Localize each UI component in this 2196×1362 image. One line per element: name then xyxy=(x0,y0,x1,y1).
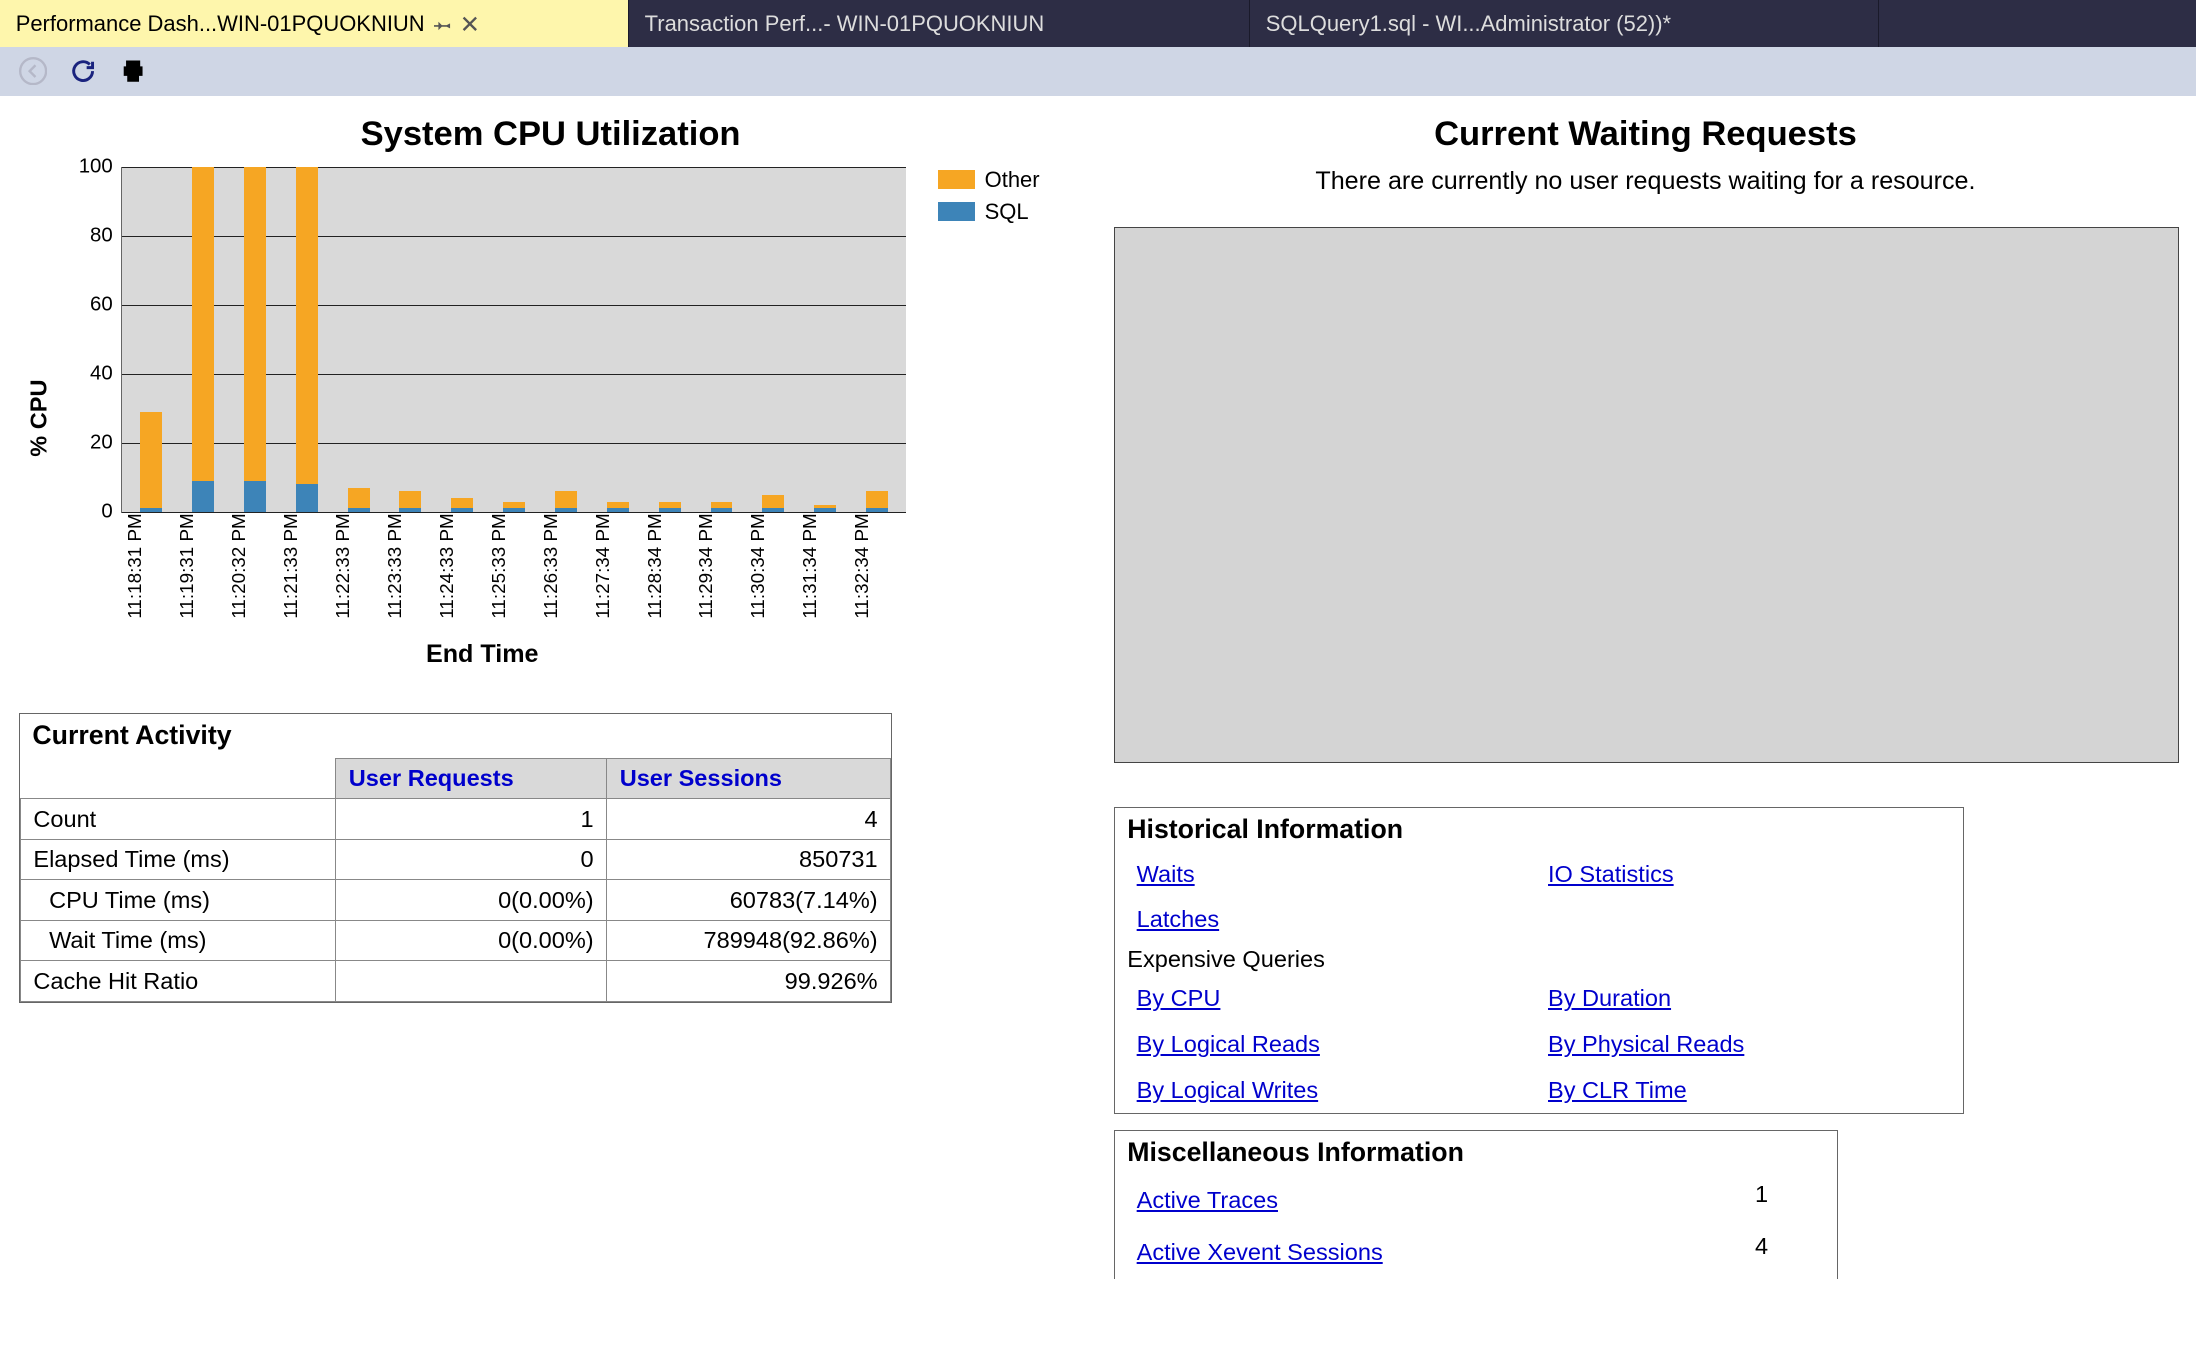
current-activity-title: Current Activity xyxy=(20,714,891,758)
print-icon[interactable] xyxy=(119,57,147,85)
legend-sql: SQL xyxy=(938,199,1040,225)
link-by-physical-reads[interactable]: By Physical Reads xyxy=(1539,1025,1754,1065)
table-row: Cache Hit Ratio99.926% xyxy=(20,961,890,1002)
swatch-icon xyxy=(938,170,976,189)
x-tick: 11:25:33 PM xyxy=(488,513,540,625)
bar xyxy=(244,167,266,512)
table-row: Count14 xyxy=(20,799,890,840)
link-by-cpu[interactable]: By CPU xyxy=(1127,979,1230,1019)
tab-sqlquery1[interactable]: SQLQuery1.sql - WI...Administrator (52))… xyxy=(1250,0,1879,47)
x-tick-labels: 11:18:31 PM11:19:31 PM11:20:32 PM11:21:3… xyxy=(121,513,906,625)
right-column: Current Waiting Requests There are curre… xyxy=(1114,109,2177,1279)
historical-info-box: Historical Information Waits IO Statisti… xyxy=(1114,807,1964,1115)
link-by-duration[interactable]: By Duration xyxy=(1539,979,1681,1019)
active-xevent-count: 4 xyxy=(1699,1233,1825,1273)
link-active-xevent-sessions[interactable]: Active Xevent Sessions xyxy=(1127,1233,1392,1273)
back-icon[interactable] xyxy=(19,57,47,85)
link-by-logical-reads[interactable]: By Logical Reads xyxy=(1127,1025,1329,1065)
current-activity-table: User Requests User Sessions Count14Elaps… xyxy=(20,758,891,1002)
bar xyxy=(451,498,473,512)
expensive-queries-header: Expensive Queries xyxy=(1115,943,1963,976)
waiting-requests-panel xyxy=(1114,227,2179,763)
pin-icon[interactable] xyxy=(434,14,453,33)
link-io-statistics[interactable]: IO Statistics xyxy=(1539,854,1683,894)
tab-transaction-perf[interactable]: Transaction Perf...- WIN-01PQUOKNIUN xyxy=(629,0,1250,47)
y-tick: 40 xyxy=(90,362,113,385)
y-tick: 0 xyxy=(101,500,112,523)
x-tick: 11:22:33 PM xyxy=(332,513,384,625)
link-waits[interactable]: Waits xyxy=(1127,854,1204,894)
col-user-requests: User Requests xyxy=(336,758,607,799)
bar xyxy=(607,502,629,512)
x-tick: 11:29:34 PM xyxy=(695,513,747,625)
misc-info-box: Miscellaneous Information Active Traces … xyxy=(1114,1130,1838,1279)
x-tick: 11:18:31 PM xyxy=(124,513,176,625)
link-active-traces[interactable]: Active Traces xyxy=(1127,1181,1287,1221)
x-tick: 11:32:34 PM xyxy=(851,513,903,625)
link-user-requests[interactable]: User Requests xyxy=(349,765,514,791)
bar xyxy=(140,412,162,512)
bar xyxy=(555,491,577,512)
table-row: Elapsed Time (ms)0850731 xyxy=(20,839,890,880)
table-row: Wait Time (ms)0(0.00%)789948(92.86%) xyxy=(20,920,890,961)
bar xyxy=(659,502,681,512)
x-tick: 11:28:34 PM xyxy=(644,513,696,625)
bar xyxy=(814,505,836,512)
bar xyxy=(762,495,784,512)
swatch-icon xyxy=(938,202,976,221)
x-tick: 11:31:34 PM xyxy=(799,513,851,625)
document-tabs: Performance Dash...WIN-01PQUOKNIUN Trans… xyxy=(0,0,2196,47)
x-tick: 11:26:33 PM xyxy=(540,513,592,625)
close-icon[interactable] xyxy=(462,16,478,32)
waiting-requests-title: Current Waiting Requests xyxy=(1114,115,2177,154)
chart-legend: Other SQL xyxy=(938,167,1040,670)
x-tick: 11:23:33 PM xyxy=(384,513,436,625)
bar xyxy=(711,502,733,512)
col-user-sessions: User Sessions xyxy=(607,758,891,799)
tab-label: SQLQuery1.sql - WI...Administrator (52))… xyxy=(1266,11,1671,37)
bar xyxy=(192,167,214,512)
x-axis-label: End Time xyxy=(58,640,906,669)
x-tick: 11:27:34 PM xyxy=(592,513,644,625)
link-user-sessions[interactable]: User Sessions xyxy=(620,765,782,791)
current-activity-box: Current Activity User Requests User Sess… xyxy=(19,713,892,1003)
y-axis-label: % CPU xyxy=(19,167,59,670)
tab-label: Performance Dash...WIN-01PQUOKNIUN xyxy=(16,11,425,37)
report-body: System CPU Utilization % CPU 02040608010… xyxy=(0,96,2196,1291)
cpu-chart: % CPU 020406080100 11:18:31 PM11:19:31 P… xyxy=(19,167,1082,670)
refresh-icon[interactable] xyxy=(69,57,97,85)
link-latches[interactable]: Latches xyxy=(1127,900,1228,940)
bar xyxy=(296,167,318,512)
cpu-chart-title: System CPU Utilization xyxy=(19,115,1082,154)
x-tick: 11:24:33 PM xyxy=(436,513,488,625)
misc-info-title: Miscellaneous Information xyxy=(1115,1131,1837,1175)
legend-other: Other xyxy=(938,167,1040,193)
bar xyxy=(866,491,888,512)
bar xyxy=(348,488,370,512)
bar xyxy=(503,502,525,512)
waiting-requests-message: There are currently no user requests wai… xyxy=(1114,167,2177,196)
x-tick: 11:30:34 PM xyxy=(747,513,799,625)
x-tick: 11:21:33 PM xyxy=(280,513,332,625)
active-traces-count: 1 xyxy=(1699,1181,1825,1221)
historical-info-title: Historical Information xyxy=(1115,808,1963,852)
bar xyxy=(399,491,421,512)
report-toolbar xyxy=(0,47,2196,96)
plot-area: 020406080100 xyxy=(121,167,906,513)
link-by-logical-writes[interactable]: By Logical Writes xyxy=(1127,1071,1327,1111)
table-row: CPU Time (ms)0(0.00%)60783(7.14%) xyxy=(20,880,890,921)
y-tick: 20 xyxy=(90,431,113,454)
y-tick: 100 xyxy=(79,155,113,178)
left-column: System CPU Utilization % CPU 02040608010… xyxy=(19,109,1082,1279)
tab-label: Transaction Perf...- WIN-01PQUOKNIUN xyxy=(645,11,1045,37)
tab-performance-dashboard[interactable]: Performance Dash...WIN-01PQUOKNIUN xyxy=(0,0,629,47)
x-tick: 11:19:31 PM xyxy=(176,513,228,625)
y-tick: 60 xyxy=(90,293,113,316)
x-tick: 11:20:32 PM xyxy=(228,513,280,625)
y-tick: 80 xyxy=(90,224,113,247)
link-by-clr-time[interactable]: By CLR Time xyxy=(1539,1071,1697,1111)
